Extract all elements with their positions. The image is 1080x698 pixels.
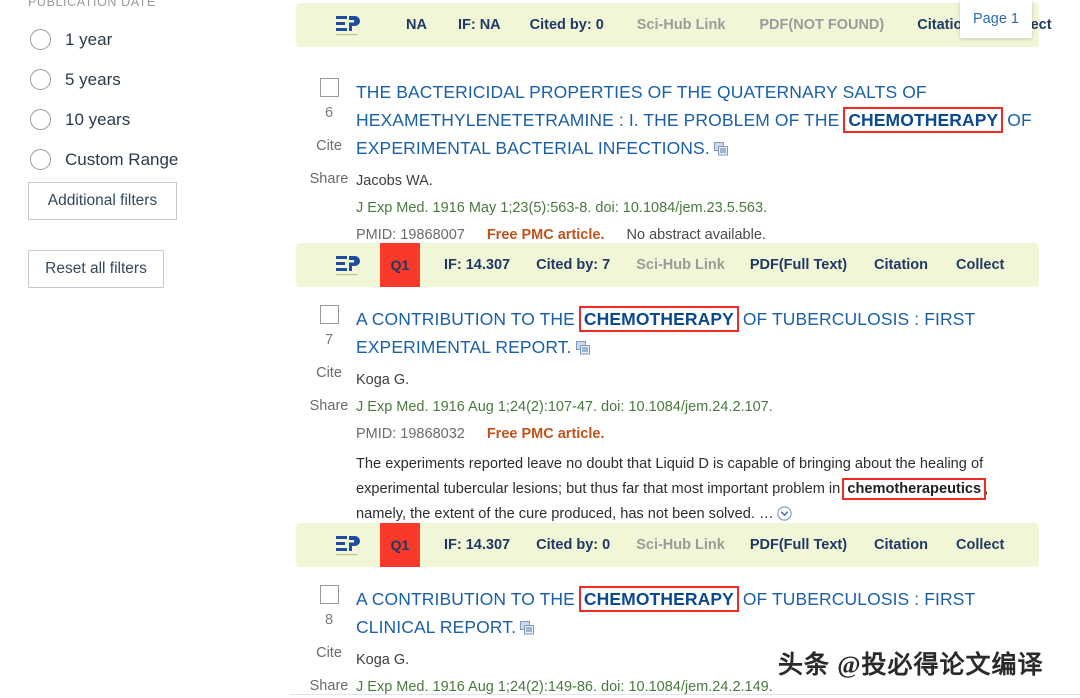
ep-logo-icon[interactable] <box>336 534 360 556</box>
reset-all-filters-button[interactable]: Reset all filters <box>28 250 164 288</box>
citation-link[interactable]: Citation <box>874 537 928 553</box>
result-authors: Koga G. <box>356 372 410 388</box>
search-term-highlight: CHEMOTHERAPY <box>843 107 1004 133</box>
journal-quartile-badge[interactable]: Q1 <box>380 243 420 287</box>
duplicate-pages-icon[interactable] <box>575 341 591 355</box>
result-body: A CONTRIBUTION TO THE CHEMOTHERAPY OF TU… <box>356 305 1056 527</box>
result-journal-citation: J Exp Med. 1916 May 1;23(5):563-8. doi: … <box>356 200 768 216</box>
page-tooltip-label: Page 1 <box>973 11 1019 27</box>
free-pmc-badge: Free PMC article. <box>486 426 605 442</box>
collect-link[interactable]: Collect <box>956 537 1004 553</box>
radio-label: 10 years <box>65 110 131 129</box>
result-index: 8 <box>324 612 334 628</box>
result-action-toolbar: Q1 IF: 14.307 Cited by: 7 Sci-Hub Link PDF(F… <box>296 243 1039 287</box>
page-number-tooltip: Page 1 <box>960 0 1032 38</box>
radio-option-10-years[interactable]: 10 years <box>30 103 270 136</box>
select-result-checkbox[interactable] <box>319 78 339 97</box>
watermark-text: 头条 @投必得论文编译 <box>778 652 1044 679</box>
additional-filters-button[interactable]: Additional filters <box>28 182 177 220</box>
result-meta-row: PMID: 19868032 Free PMC article. <box>356 424 1056 444</box>
filters-sidebar: PUBLICATION DATE 1 year 5 years 10 years… <box>0 0 290 698</box>
radio-option-1-year[interactable]: 1 year <box>30 23 270 56</box>
cite-button[interactable]: Cite <box>300 645 358 661</box>
title-text-run: A CONTRIBUTION TO THE <box>356 589 580 609</box>
result-gutter: 6 Cite Share <box>300 78 358 187</box>
free-pmc-badge: Free PMC article. <box>486 227 605 243</box>
publication-date-facet-title: PUBLICATION DATE <box>28 0 156 9</box>
scihub-link[interactable]: Sci-Hub Link <box>636 537 725 553</box>
publication-date-radio-group: 1 year 5 years 10 years Custom Range <box>30 23 270 183</box>
radio-circle-icon[interactable] <box>30 149 51 170</box>
share-button[interactable]: Share <box>300 171 358 187</box>
scihub-link[interactable]: Sci-Hub Link <box>636 257 725 273</box>
radio-circle-icon[interactable] <box>30 69 51 90</box>
cited-by-link[interactable]: Cited by: 0 <box>536 537 610 553</box>
impact-factor-label: IF: NA <box>457 17 501 33</box>
title-text-run: THE BACTERICIDAL PROPERTIES OF THE QUATE… <box>356 82 927 130</box>
result-abstract-snippet: The experiments reported leave no doubt … <box>356 452 1016 527</box>
title-text-run: A CONTRIBUTION TO THE <box>356 309 580 329</box>
cited-by-link[interactable]: Cited by: 7 <box>536 257 610 273</box>
collect-link[interactable]: Collect <box>956 257 1004 273</box>
pmid-label[interactable]: PMID: 19868007 <box>356 227 465 243</box>
journal-quartile-badge[interactable]: Q1 <box>380 523 420 567</box>
journal-quartile-label: NA <box>406 17 427 33</box>
bottom-divider <box>290 694 1080 695</box>
radio-label: 1 year <box>65 30 113 49</box>
select-result-checkbox[interactable] <box>319 585 339 604</box>
result-index: 6 <box>324 105 334 121</box>
ep-logo-icon[interactable] <box>336 254 360 276</box>
radio-option-custom-range[interactable]: Custom Range <box>30 143 270 176</box>
result-authors: Jacobs WA. <box>356 173 433 189</box>
result-meta-row: PMID: 19868007 Free PMC article. No abstra… <box>356 225 1056 245</box>
ep-logo-icon[interactable] <box>336 14 360 36</box>
expand-abstract-chevron-down-icon[interactable] <box>776 506 792 521</box>
share-button[interactable]: Share <box>300 678 358 694</box>
result-index: 7 <box>324 332 334 348</box>
search-term-highlight: CHEMOTHERAPY <box>578 586 739 612</box>
radio-option-5-years[interactable]: 5 years <box>30 63 270 96</box>
impact-factor-label: IF: 14.307 <box>444 537 511 553</box>
pdf-link: PDF(NOT FOUND) <box>759 17 885 33</box>
result-journal-citation: J Exp Med. 1916 Aug 1;24(2):107-47. doi:… <box>356 399 773 415</box>
radio-label: 5 years <box>65 70 121 89</box>
result-action-toolbar: NA IF: NA Cited by: 0 Sci-Hub Link PDF(NOT F… <box>296 3 1052 47</box>
search-results-list: NA IF: NA Cited by: 0 Sci-Hub Link PDF(NOT F… <box>290 0 1080 698</box>
result-gutter: 7 Cite Share <box>300 305 358 414</box>
pmid-label[interactable]: PMID: 19868032 <box>356 426 465 442</box>
no-abstract-note: No abstract available. <box>626 227 766 243</box>
duplicate-pages-icon[interactable] <box>520 621 535 635</box>
result-title-link[interactable]: A CONTRIBUTION TO THE CHEMOTHERAPY OF TU… <box>356 305 1056 361</box>
share-button[interactable]: Share <box>300 398 358 414</box>
cite-button[interactable]: Cite <box>300 138 358 154</box>
result-title-link[interactable]: A CONTRIBUTION TO THE CHEMOTHERAPY OF TU… <box>356 585 1056 641</box>
scihub-link[interactable]: Sci-Hub Link <box>637 17 726 33</box>
cite-button[interactable]: Cite <box>300 365 358 381</box>
radio-label: Custom Range <box>65 150 179 169</box>
cited-by-link[interactable]: Cited by: 0 <box>530 17 604 33</box>
search-term-highlight: CHEMOTHERAPY <box>578 306 739 332</box>
pdf-link[interactable]: PDF(Full Text) <box>750 257 847 273</box>
duplicate-pages-icon[interactable] <box>713 142 729 156</box>
result-title-link[interactable]: THE BACTERICIDAL PROPERTIES OF THE QUATE… <box>356 78 1056 162</box>
result-action-toolbar: Q1 IF: 14.307 Cited by: 0 Sci-Hub Link PDF(F… <box>296 523 1039 567</box>
select-result-checkbox[interactable] <box>319 305 339 324</box>
result-gutter: 8 Cite Share <box>300 585 358 694</box>
citation-link[interactable]: Citation <box>874 257 928 273</box>
search-term-highlight: chemotherapeutics <box>842 478 987 500</box>
radio-circle-icon[interactable] <box>30 109 51 130</box>
radio-circle-icon[interactable] <box>30 29 51 50</box>
pdf-link[interactable]: PDF(Full Text) <box>750 537 847 553</box>
result-body: THE BACTERICIDAL PROPERTIES OF THE QUATE… <box>356 78 1056 245</box>
impact-factor-label: IF: 14.307 <box>444 257 511 273</box>
